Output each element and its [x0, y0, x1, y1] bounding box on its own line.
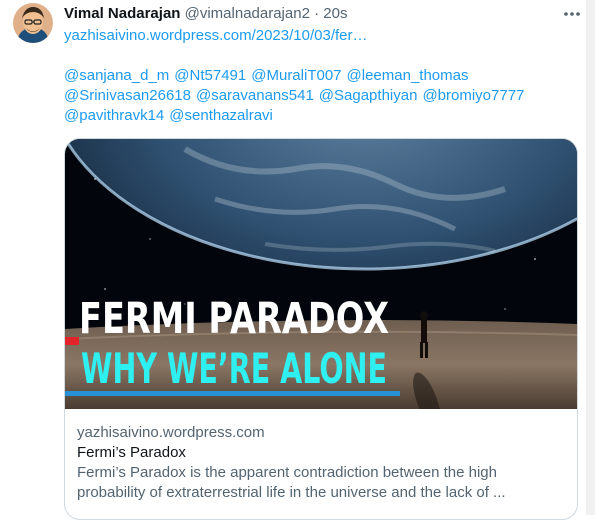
- mention-link[interactable]: @pavithravk14: [64, 107, 164, 124]
- card-image: FERMI PARADOX WHY WE’RE ALONE: [65, 139, 577, 409]
- mention-link[interactable]: @saravanans541: [196, 87, 314, 104]
- more-horizontal-icon[interactable]: [560, 4, 584, 24]
- card-description-line-2: probability of extraterrestrial life in …: [77, 484, 506, 501]
- card-image-headline: FERMI PARADOX: [79, 294, 389, 344]
- mention-link[interactable]: @bromiyo7777: [422, 87, 524, 104]
- link-preview-card[interactable]: FERMI PARADOX WHY WE’RE ALONE yazhisaivi…: [64, 138, 578, 520]
- card-description-line-1: Fermi’s Paradox is the apparent contradi…: [77, 464, 497, 481]
- scrollbar[interactable]: [586, 0, 595, 515]
- mention-link[interactable]: @Nt57491: [174, 67, 246, 84]
- separator-dot: ·: [314, 5, 320, 22]
- card-image-subheadline: WHY WE’RE ALONE: [81, 344, 387, 393]
- headline-underline: [65, 391, 400, 396]
- mention-link[interactable]: @Sagapthiyan: [319, 87, 418, 104]
- tweet[interactable]: Vimal Nadarajan @vimalnadarajan2 · 20s y…: [0, 0, 595, 520]
- tweet-link[interactable]: yazhisaivino.wordpress.com/2023/10/03/fe…: [64, 27, 368, 44]
- author-name[interactable]: Vimal Nadarajan: [64, 5, 180, 22]
- avatar[interactable]: [13, 3, 53, 43]
- card-domain: yazhisaivino.wordpress.com: [77, 424, 265, 441]
- mention-link[interactable]: @leeman_thomas: [347, 67, 469, 84]
- tweet-header: Vimal Nadarajan @vimalnadarajan2 · 20s: [64, 5, 347, 22]
- mention-link[interactable]: @senthazalravi: [169, 107, 273, 124]
- mention-link[interactable]: @MuraliT007: [251, 67, 341, 84]
- mention-link[interactable]: @Srinivasan26618: [64, 87, 191, 104]
- card-text: yazhisaivino.wordpress.com Fermi’s Parad…: [77, 423, 567, 503]
- avatar-image: [13, 3, 53, 43]
- author-handle[interactable]: @vimalnadarajan2: [185, 5, 310, 22]
- mentions: @sanjana_d_m @Nt57491 @MuraliT007 @leeman_t…: [64, 66, 584, 126]
- mention-link[interactable]: @sanjana_d_m: [64, 67, 169, 84]
- timestamp[interactable]: 20s: [323, 5, 347, 22]
- card-title: Fermi’s Paradox: [77, 444, 186, 461]
- accent-bar: [65, 337, 79, 345]
